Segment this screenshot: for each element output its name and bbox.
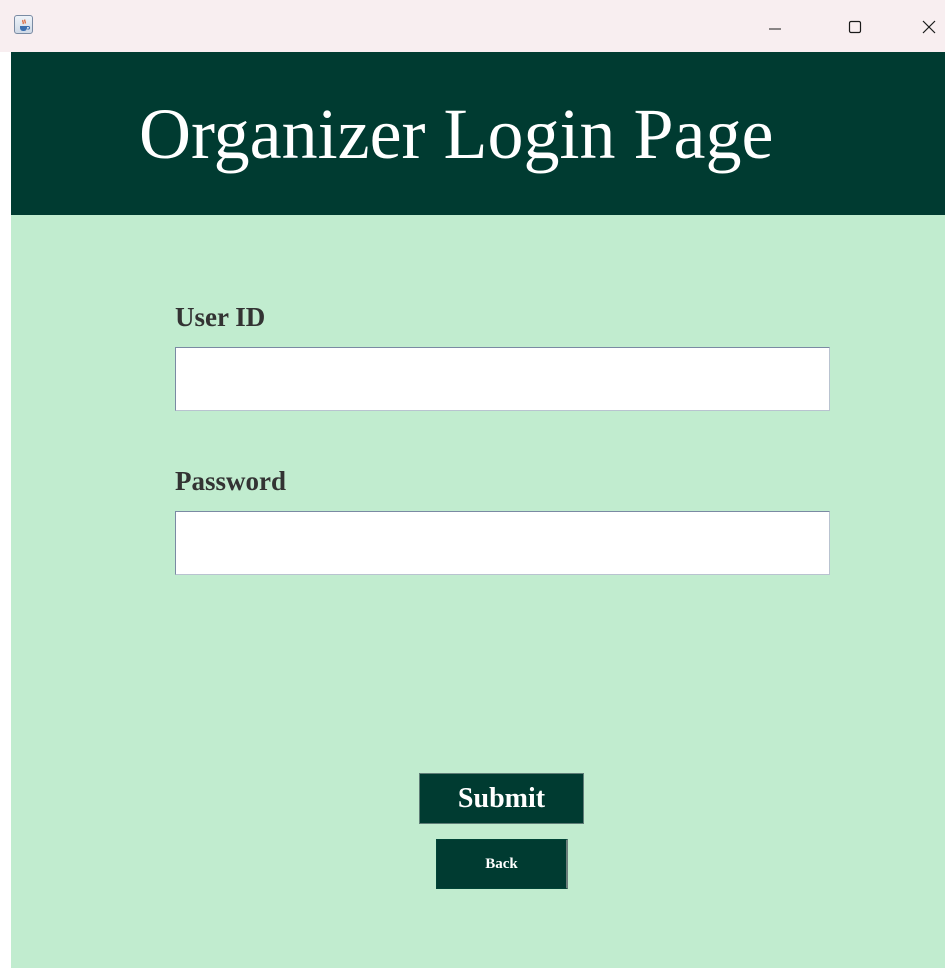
page-title: Organizer Login Page [139, 94, 774, 174]
submit-button[interactable]: Submit [419, 773, 584, 824]
password-input[interactable] [175, 511, 830, 575]
minimize-icon [769, 28, 781, 30]
login-panel: Organizer Login Page User ID Password Su… [11, 52, 945, 968]
title-bar[interactable] [0, 0, 945, 52]
back-button[interactable]: Back [436, 839, 568, 889]
maximize-icon [848, 20, 862, 34]
close-icon [922, 20, 936, 34]
user-id-input[interactable] [175, 347, 830, 411]
minimize-button[interactable] [752, 10, 798, 44]
password-label: Password [175, 466, 287, 496]
close-button[interactable] [906, 10, 945, 44]
java-cup-icon[interactable] [14, 15, 33, 34]
application-window: Organizer Login Page User ID Password Su… [0, 0, 945, 968]
user-id-label: User ID [175, 302, 266, 332]
header-banner: Organizer Login Page [11, 52, 945, 215]
maximize-button[interactable] [832, 10, 878, 44]
